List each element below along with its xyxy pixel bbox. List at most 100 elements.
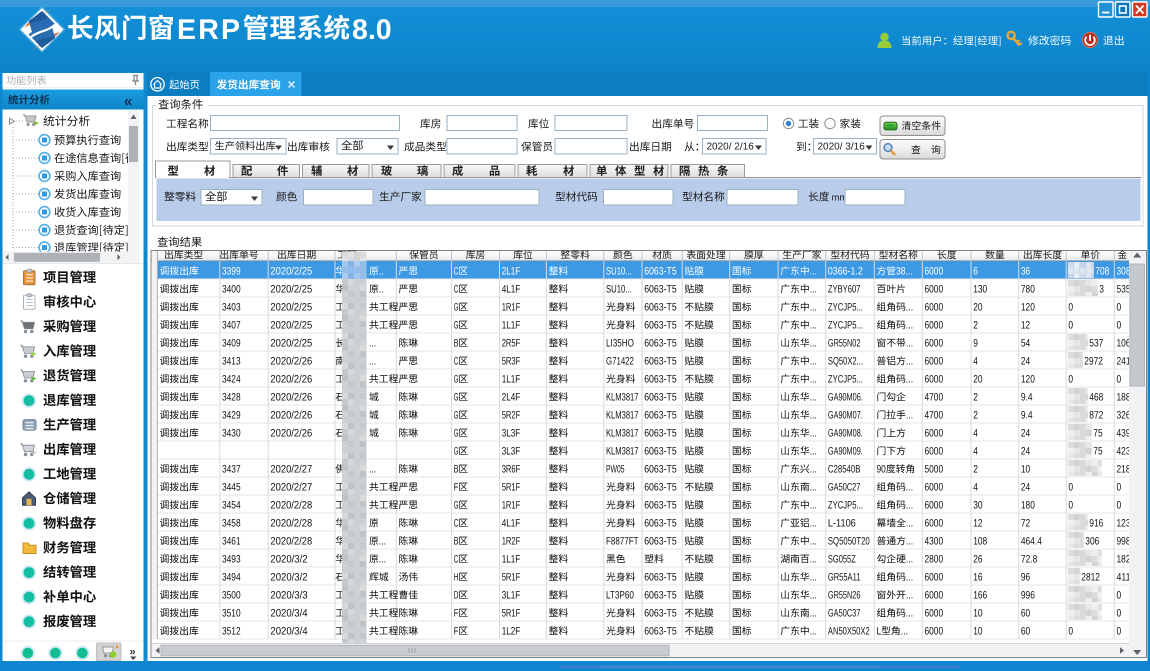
- svg-text:...: ...: [810, 553, 817, 565]
- svg-text:12: 12: [1021, 319, 1030, 331]
- svg-text:2020/3/4: 2020/3/4: [270, 625, 307, 637]
- svg-text:4L1F: 4L1F: [502, 283, 521, 295]
- svg-text:GR55N26: GR55N26: [828, 589, 861, 601]
- svg-text:2812: 2812: [1081, 571, 1100, 583]
- svg-text:26: 26: [973, 553, 982, 565]
- svg-text:0: 0: [1117, 589, 1122, 601]
- svg-text:3461: 3461: [222, 535, 241, 547]
- svg-text:...: ...: [379, 535, 386, 547]
- svg-text:6000: 6000: [925, 499, 944, 511]
- svg-text:...: ...: [906, 337, 913, 349]
- svg-text:5R3F: 5R3F: [502, 355, 521, 367]
- svg-text:L-1106: L-1106: [828, 517, 856, 529]
- svg-text:...: ...: [810, 481, 817, 493]
- svg-text:2020/2/28: 2020/2/28: [270, 535, 312, 547]
- svg-text:LI35HO: LI35HO: [606, 337, 634, 349]
- svg-text:0: 0: [1117, 373, 1122, 385]
- svg-text:6000: 6000: [925, 265, 944, 277]
- svg-text:3L1F: 3L1F: [502, 589, 521, 601]
- svg-text:...: ...: [810, 625, 817, 637]
- svg-text:38...: 38...: [896, 265, 913, 277]
- svg-text:3L3F: 3L3F: [502, 427, 521, 439]
- svg-text:0: 0: [1117, 481, 1122, 493]
- svg-text:123: 123: [1117, 517, 1131, 529]
- svg-text:3458: 3458: [222, 517, 241, 529]
- svg-text:708: 708: [1095, 265, 1109, 277]
- svg-text:G: G: [454, 391, 459, 403]
- svg-text:6063-T5: 6063-T5: [644, 607, 677, 619]
- svg-text:1L1F: 1L1F: [502, 319, 521, 331]
- svg-text:0: 0: [1068, 301, 1073, 313]
- svg-text:188: 188: [1117, 391, 1131, 403]
- svg-text:780: 780: [1021, 283, 1035, 295]
- svg-text:3512: 3512: [222, 625, 241, 637]
- svg-text:...: ...: [369, 355, 376, 367]
- svg-text:KLM3817: KLM3817: [606, 445, 639, 457]
- svg-text:...: ...: [810, 517, 817, 529]
- svg-text:3: 3: [1099, 283, 1104, 295]
- svg-text:«: «: [124, 93, 132, 110]
- svg-text:24: 24: [1021, 427, 1030, 439]
- svg-text:...: ...: [810, 409, 817, 421]
- svg-text:3428: 3428: [222, 391, 241, 403]
- svg-text:...: ...: [810, 337, 817, 349]
- svg-text:...: ...: [810, 391, 817, 403]
- svg-text:KLM3817: KLM3817: [606, 427, 639, 439]
- svg-text:6063-T5: 6063-T5: [644, 355, 677, 367]
- svg-text:C: C: [454, 283, 459, 295]
- svg-text:2020/2/25: 2020/2/25: [270, 301, 312, 313]
- svg-text:5R1F: 5R1F: [502, 571, 521, 583]
- svg-text:6000: 6000: [925, 373, 944, 385]
- svg-text:2020/2/26: 2020/2/26: [270, 355, 312, 367]
- svg-text:996: 996: [1021, 589, 1035, 601]
- svg-text:2020/2/27: 2020/2/27: [270, 463, 312, 475]
- svg-text:24: 24: [1021, 355, 1030, 367]
- svg-text:326: 326: [1117, 409, 1131, 421]
- svg-text:SQ50X2...: SQ50X2...: [828, 355, 863, 367]
- svg-text:411: 411: [1117, 571, 1131, 583]
- svg-text:6000: 6000: [925, 481, 944, 493]
- svg-text:6063-T5: 6063-T5: [644, 409, 677, 421]
- svg-text:5R2F: 5R2F: [502, 409, 521, 421]
- svg-text:SQ5050T20: SQ5050T20: [828, 535, 870, 547]
- svg-text:2: 2: [973, 409, 978, 421]
- svg-text:...: ...: [906, 481, 913, 493]
- svg-text:72: 72: [1021, 517, 1030, 529]
- svg-text:54: 54: [1021, 337, 1030, 349]
- svg-text:3454: 3454: [222, 499, 241, 511]
- svg-text:3400: 3400: [222, 283, 241, 295]
- svg-text:537: 537: [1089, 337, 1103, 349]
- svg-text:2972: 2972: [1084, 355, 1103, 367]
- svg-text:LT3P60: LT3P60: [606, 589, 634, 601]
- svg-text:6063-T5: 6063-T5: [644, 265, 677, 277]
- svg-text:C28540B: C28540B: [828, 463, 861, 475]
- svg-text:36: 36: [1021, 265, 1030, 277]
- svg-text:24: 24: [1021, 445, 1030, 457]
- svg-text:...: ...: [906, 499, 913, 511]
- svg-text:G: G: [454, 445, 459, 457]
- svg-text:24: 24: [1021, 481, 1030, 493]
- svg-text:16: 16: [973, 571, 982, 583]
- svg-text:...: ...: [906, 535, 913, 547]
- svg-text:182: 182: [1117, 553, 1131, 565]
- svg-text:998: 998: [1117, 535, 1131, 547]
- svg-text:3429: 3429: [222, 409, 241, 421]
- svg-text:C: C: [454, 517, 459, 529]
- svg-text:5000: 5000: [925, 463, 944, 475]
- svg-text:G71422: G71422: [606, 355, 634, 367]
- svg-text:2020/2/28: 2020/2/28: [270, 499, 312, 511]
- svg-text:3424: 3424: [222, 373, 241, 385]
- svg-text:535: 535: [1117, 283, 1131, 295]
- svg-text:8.0: 8.0: [352, 14, 392, 46]
- svg-text:D: D: [454, 589, 459, 601]
- svg-text:...: ...: [810, 445, 817, 457]
- svg-text:2020/ 3/16: 2020/ 3/16: [818, 142, 866, 153]
- svg-text:...: ...: [906, 319, 913, 331]
- svg-text:4700: 4700: [925, 409, 944, 421]
- svg-text:6000: 6000: [925, 445, 944, 457]
- svg-text:6000: 6000: [925, 517, 944, 529]
- svg-text:6000: 6000: [925, 607, 944, 619]
- svg-text:2020/ 2/16: 2020/ 2/16: [707, 142, 755, 153]
- svg-text:..: ..: [379, 265, 384, 277]
- svg-text:6063-T5: 6063-T5: [644, 373, 677, 385]
